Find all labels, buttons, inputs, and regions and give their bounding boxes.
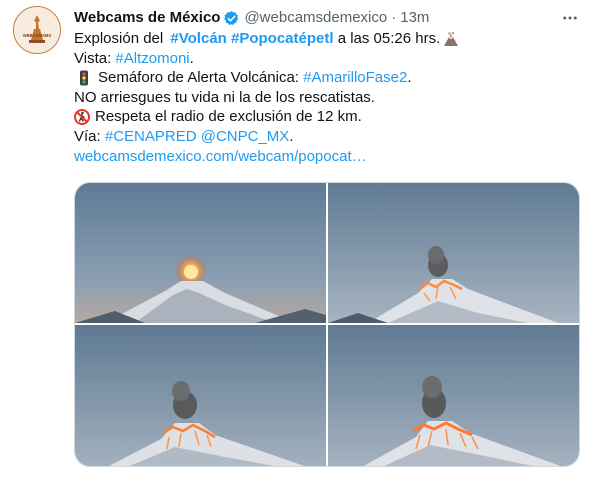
separator-dot: · — [391, 9, 397, 26]
tweet-line-2: Vista: #Altzomoni . — [74, 49, 574, 69]
media-grid — [74, 182, 580, 467]
text-segment: Vía: — [74, 127, 105, 145]
text-segment: Respeta el radio de exclusión de 12 km. — [95, 108, 362, 126]
tweet-header: Webcams de México @webcamsdemexico · 13m — [74, 8, 429, 28]
text-segment: Semáforo de Alerta Volcánica: — [98, 69, 304, 87]
avatar-logo-icon: WEBCAMSMX — [14, 7, 60, 53]
tweet-line-7: webcamsdemexico.com/webcam/popocat… — [74, 147, 574, 167]
hashtag-altzomoni[interactable]: #Altzomoni — [115, 49, 189, 69]
hashtag-popocatepetl[interactable]: #Popocatépetl — [231, 29, 334, 49]
volcano-photo-4[interactable] — [328, 325, 579, 466]
text-segment: Vista: — [74, 49, 116, 67]
tweet-line-1: Explosión del #Volcán #Popocatépetl a la… — [74, 29, 574, 49]
author-name[interactable]: Webcams de México — [74, 8, 220, 28]
tweet-line-6: Vía: #CENAPRED @CNPC_MX . — [74, 127, 574, 147]
tweet-text: Explosión del #Volcán #Popocatépetl a la… — [74, 29, 574, 166]
text-segment: . — [407, 69, 412, 87]
volcano-photo-2[interactable] — [328, 183, 579, 323]
avatar-text: WEBCAMSMX — [23, 33, 52, 38]
more-options-icon — [563, 16, 577, 20]
tweet-line-3: Semáforo de Alerta Volcánica: #AmarilloF… — [74, 68, 574, 88]
text-segment: . — [289, 127, 294, 145]
webcam-link[interactable]: webcamsdemexico.com/webcam/popocat… — [74, 147, 367, 167]
tweet-card[interactable]: WEBCAMSMX Webcams de México @webcamsdeme… — [0, 0, 590, 478]
mention-cnpc-mx[interactable]: @CNPC_MX — [201, 127, 290, 147]
tweet-timestamp[interactable]: 13m — [400, 8, 429, 28]
hashtag-amarillofase2[interactable]: #AmarilloFase2 — [303, 68, 407, 88]
traffic-light-emoji-icon — [80, 70, 88, 86]
tweet-line-5: Respeta el radio de exclusión de 12 km. — [74, 107, 574, 127]
avatar[interactable]: WEBCAMSMX — [13, 6, 61, 54]
hashtag-volcan[interactable]: #Volcán — [170, 29, 226, 49]
more-options-button[interactable] — [560, 8, 580, 28]
hashtag-cenapred[interactable]: #CENAPRED — [105, 127, 197, 147]
volcano-photo-1[interactable] — [75, 183, 326, 323]
verified-badge-icon — [224, 10, 239, 25]
text-segment: . — [189, 49, 194, 67]
volcano-photo-3[interactable] — [75, 325, 326, 466]
volcano-emoji-icon — [444, 31, 459, 46]
tweet-line-4: NO arriesgues tu vida ni la de los resca… — [74, 88, 574, 108]
text-segment: Explosión del — [74, 30, 168, 47]
no-pedestrians-emoji-icon — [74, 109, 90, 126]
author-handle[interactable]: @webcamsdemexico — [244, 8, 387, 28]
text-segment: NO arriesgues tu vida ni la de los resca… — [74, 88, 375, 106]
text-segment: a las 05:26 hrs. — [333, 30, 441, 47]
